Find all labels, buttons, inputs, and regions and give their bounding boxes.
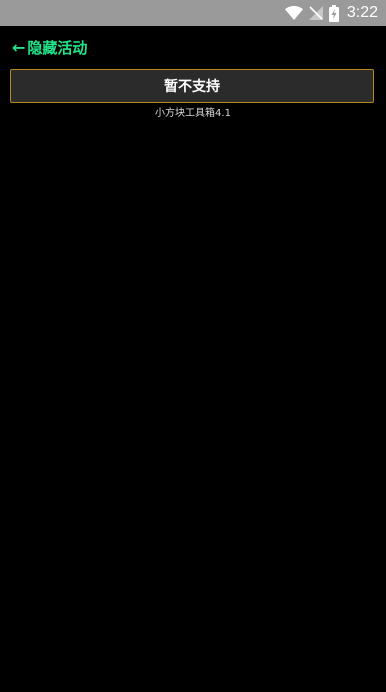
version-label: 小方块工具箱4.1	[155, 108, 231, 119]
status-icons: 3:22	[284, 0, 378, 26]
back-button[interactable]: ← 隐藏活动	[12, 36, 87, 58]
status-bar: 3:22	[0, 0, 386, 26]
button-label: 暂不支持	[164, 79, 220, 95]
page-title: 隐藏活动	[27, 38, 88, 57]
wifi-icon	[284, 6, 303, 20]
back-arrow-icon: ←	[12, 37, 26, 57]
not-supported-button[interactable]: 暂不支持	[10, 69, 374, 103]
signal-off-icon	[308, 6, 323, 20]
battery-charging-icon	[328, 4, 339, 22]
status-time: 3:22	[346, 4, 378, 21]
